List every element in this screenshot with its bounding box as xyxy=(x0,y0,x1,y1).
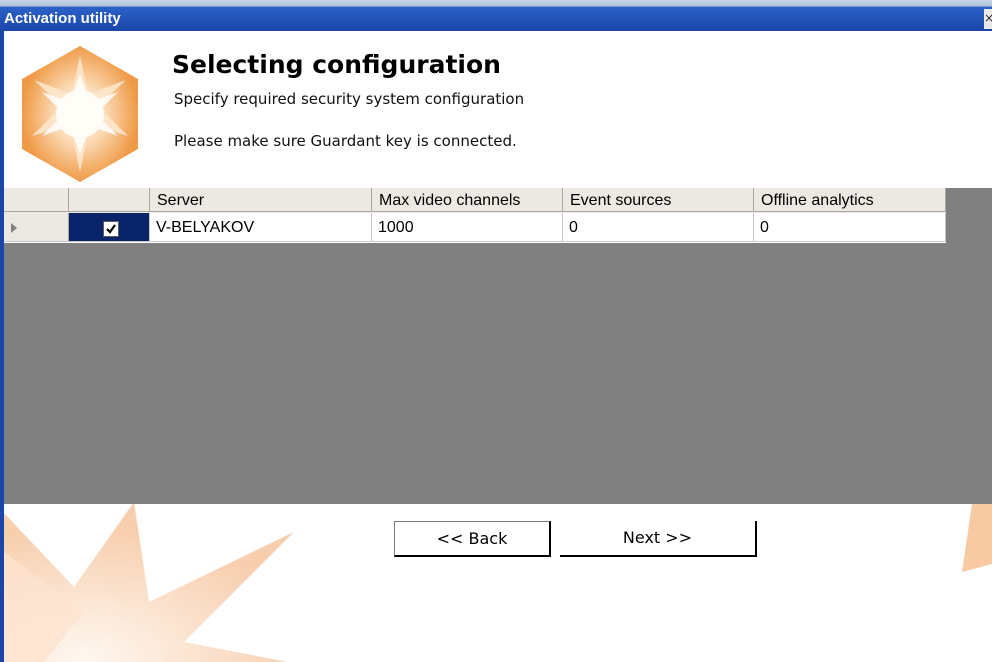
guardant-key-note: Please make sure Guardant key is connect… xyxy=(174,132,517,150)
column-header-offline-analytics[interactable]: Offline analytics xyxy=(754,188,946,212)
back-button[interactable]: << Back xyxy=(394,521,551,557)
event-sources-cell[interactable]: 0 xyxy=(563,213,754,242)
next-button[interactable]: Next >> xyxy=(560,521,757,557)
desktop-strip xyxy=(0,0,992,7)
row-header[interactable] xyxy=(4,213,69,242)
decorative-corner-icon xyxy=(962,504,992,572)
column-header-event-sources[interactable]: Event sources xyxy=(563,188,754,212)
row-header-column xyxy=(4,188,69,212)
activation-utility-window: Activation utility × Selecting configura… xyxy=(0,0,992,662)
max-video-channels-cell[interactable]: 1000 xyxy=(372,213,563,242)
column-header-max-video-channels[interactable]: Max video channels xyxy=(372,188,563,212)
hexagon-star-logo-icon xyxy=(22,46,138,182)
column-header-select[interactable] xyxy=(69,188,150,212)
column-header-server[interactable]: Server xyxy=(150,188,372,212)
offline-analytics-cell[interactable]: 0 xyxy=(754,213,946,242)
select-cell[interactable] xyxy=(69,213,150,242)
close-button[interactable]: × xyxy=(984,9,992,29)
page-title: Selecting configuration xyxy=(172,50,501,79)
wizard-footer: << Back Next >> xyxy=(4,504,992,662)
table-row[interactable]: V-BELYAKOV 1000 0 0 xyxy=(4,213,946,243)
title-bar[interactable]: Activation utility × xyxy=(0,7,992,31)
server-checkbox[interactable] xyxy=(103,221,119,237)
configuration-grid[interactable]: Server Max video channels Event sources … xyxy=(4,188,992,504)
page-subtitle: Specify required security system configu… xyxy=(174,90,525,108)
window-title: Activation utility xyxy=(4,10,121,27)
wizard-header: Selecting configuration Specify required… xyxy=(4,31,992,188)
grid-header: Server Max video channels Event sources … xyxy=(4,188,946,213)
check-icon xyxy=(106,224,116,234)
server-cell[interactable]: V-BELYAKOV xyxy=(150,213,372,242)
decorative-star-icon xyxy=(4,504,294,662)
row-pointer-icon xyxy=(11,223,17,233)
